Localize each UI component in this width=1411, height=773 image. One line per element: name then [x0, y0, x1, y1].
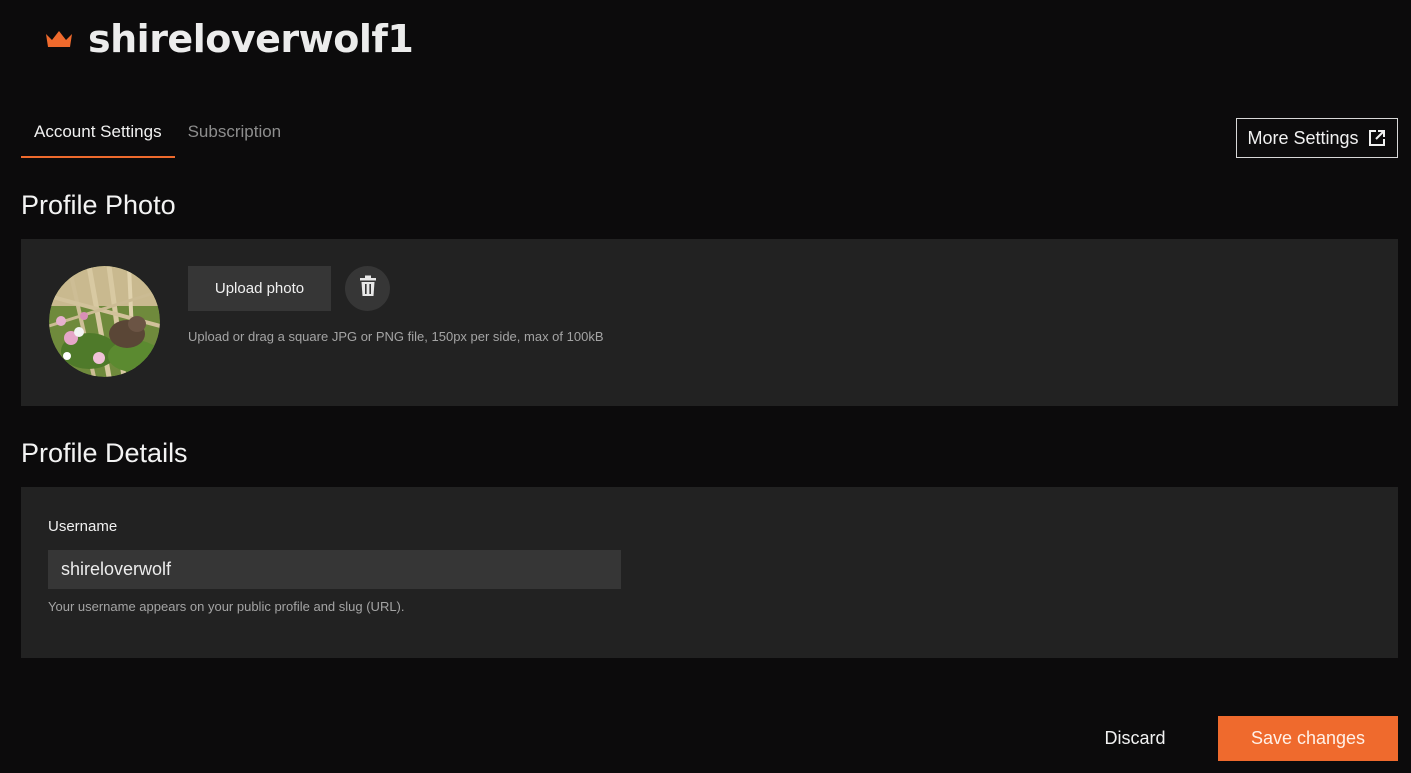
username-input[interactable]	[48, 550, 621, 589]
more-settings-label: More Settings	[1247, 127, 1359, 148]
settings-tabs: Account Settings Subscription	[21, 112, 294, 158]
profile-photo-heading: Profile Photo	[21, 190, 176, 220]
external-link-icon	[1367, 128, 1387, 148]
tab-subscription[interactable]: Subscription	[175, 112, 295, 158]
page-title: shireloverwolf1	[88, 17, 414, 61]
crown-icon	[44, 28, 74, 50]
save-changes-button[interactable]: Save changes	[1218, 716, 1398, 761]
tab-account-settings[interactable]: Account Settings	[21, 112, 175, 158]
username-label: Username	[48, 518, 118, 535]
username-help-text: Your username appears on your public pro…	[48, 599, 405, 614]
upload-hint-text: Upload or drag a square JPG or PNG file,…	[188, 329, 604, 344]
avatar	[49, 266, 160, 377]
delete-photo-button[interactable]	[345, 266, 390, 311]
profile-details-heading: Profile Details	[21, 438, 188, 468]
more-settings-button[interactable]: More Settings	[1236, 118, 1398, 158]
discard-button[interactable]: Discard	[1090, 716, 1180, 761]
page-header: shireloverwolf1	[44, 14, 414, 64]
profile-photo-panel: Upload photo Upload or drag a square JPG…	[21, 239, 1398, 406]
upload-photo-button[interactable]: Upload photo	[188, 266, 331, 311]
profile-details-panel: Username Your username appears on your p…	[21, 487, 1398, 658]
trash-icon	[359, 275, 377, 302]
